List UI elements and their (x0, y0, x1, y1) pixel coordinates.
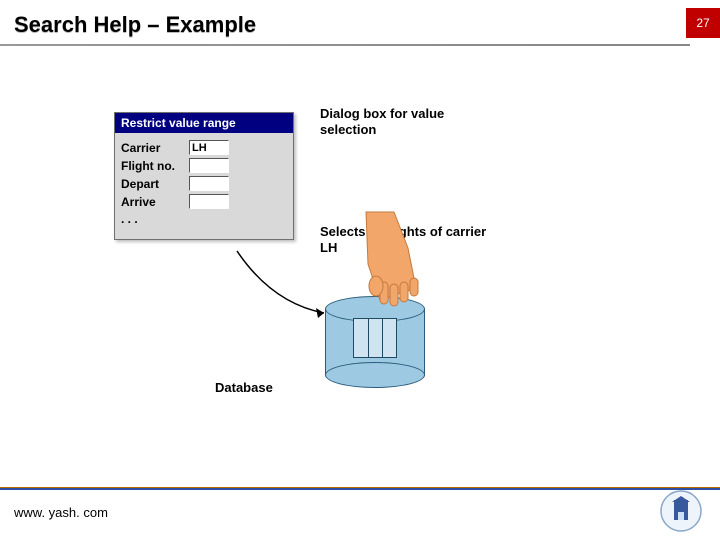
page-number-badge: 27 (686, 8, 720, 38)
flight-label: Flight no. (121, 159, 189, 173)
arrive-input[interactable] (189, 194, 229, 209)
carrier-input[interactable]: LH (189, 140, 229, 155)
database-icon (325, 296, 425, 388)
annotation-dialog-box: Dialog box for value selection (320, 106, 460, 139)
dialog-body: Carrier LH Flight no. Depart Arrive . . … (115, 133, 293, 239)
restrict-value-range-dialog: Restrict value range Carrier LH Flight n… (114, 112, 294, 240)
field-row-depart: Depart (121, 176, 287, 191)
slide-title: Search Help – Example (14, 12, 256, 38)
field-row-more: . . . (121, 212, 287, 226)
footer-url: www. yash. com (14, 505, 108, 520)
carrier-label: Carrier (121, 141, 189, 155)
footer-logo-icon (660, 490, 702, 532)
annotation-database: Database (215, 380, 273, 396)
arrive-label: Arrive (121, 195, 189, 209)
field-row-arrive: Arrive (121, 194, 287, 209)
header-divider (0, 44, 690, 46)
footer-divider (0, 487, 720, 490)
field-row-carrier: Carrier LH (121, 140, 287, 155)
hand-grab-icon (346, 208, 436, 308)
field-row-flight: Flight no. (121, 158, 287, 173)
more-label: . . . (121, 212, 189, 226)
slide-header: Search Help – Example 27 (0, 8, 720, 48)
depart-label: Depart (121, 177, 189, 191)
flight-input[interactable] (189, 158, 229, 173)
depart-input[interactable] (189, 176, 229, 191)
dialog-title-bar: Restrict value range (115, 113, 293, 133)
